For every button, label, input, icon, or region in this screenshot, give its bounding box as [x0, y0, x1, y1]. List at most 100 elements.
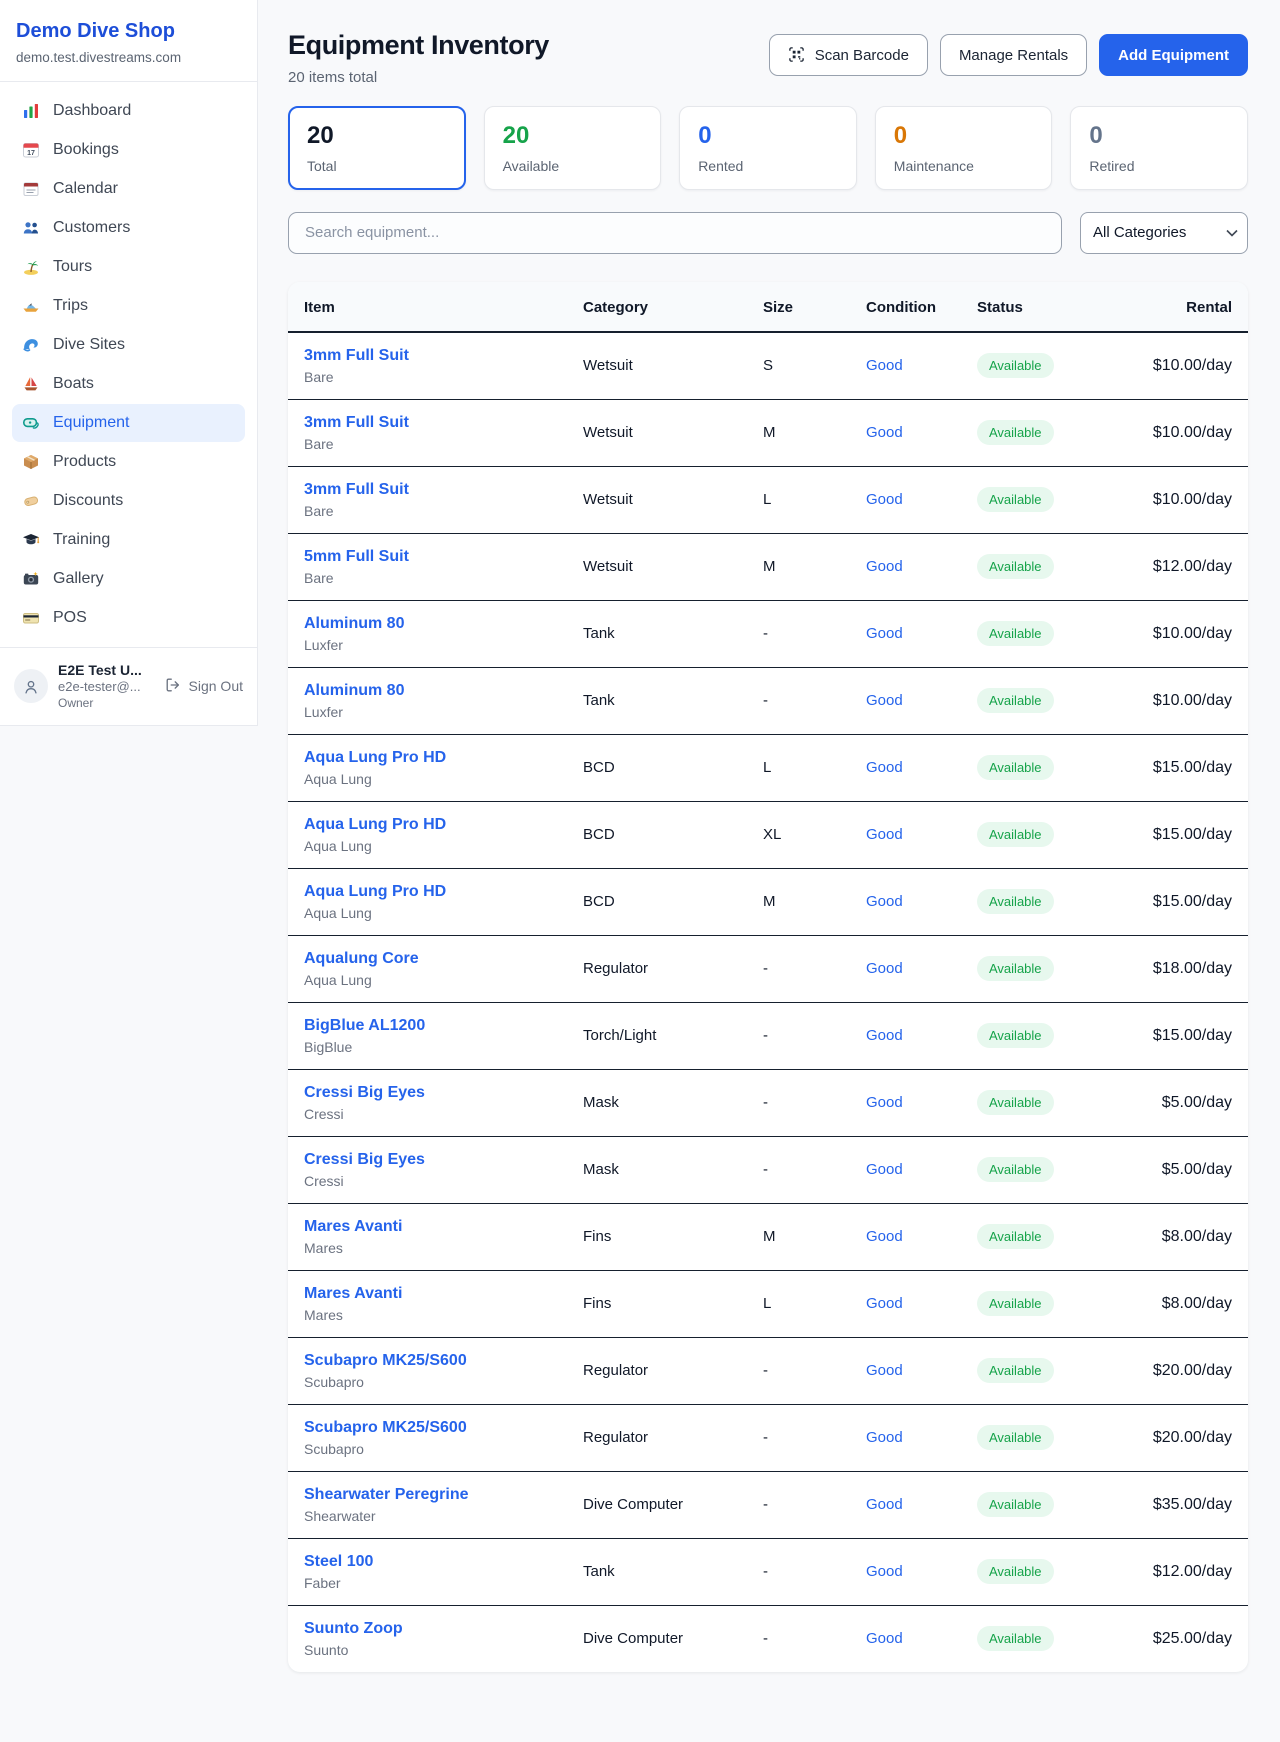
sidebar: Demo Dive Shop demo.test.divestreams.com… [0, 0, 258, 726]
item-category: Dive Computer [583, 1605, 763, 1672]
status-badge: Available [977, 1224, 1054, 1249]
item-condition-link[interactable]: Good [866, 357, 903, 374]
item-name-link[interactable]: 3mm Full Suit [304, 347, 409, 365]
item-rental: $5.00/day [1127, 1136, 1248, 1203]
item-name-link[interactable]: Mares Avanti [304, 1285, 402, 1303]
item-condition-link[interactable]: Good [866, 424, 903, 441]
item-name-link[interactable]: Aqua Lung Pro HD [304, 816, 446, 834]
table-row: Cressi Big Eyes Cressi Mask - Good Avail… [288, 1069, 1248, 1136]
brand-block[interactable]: Demo Dive Shop demo.test.divestreams.com [0, 0, 257, 81]
stat-card-available[interactable]: 20 Available [484, 106, 662, 190]
item-name-link[interactable]: Scubapro MK25/S600 [304, 1419, 467, 1437]
item-condition-link[interactable]: Good [866, 1161, 903, 1178]
sidebar-item-dive-sites[interactable]: Dive Sites [12, 326, 245, 364]
item-condition-link[interactable]: Good [866, 1295, 903, 1312]
stat-card-maintenance[interactable]: 0 Maintenance [875, 106, 1053, 190]
item-condition-link[interactable]: Good [866, 558, 903, 575]
sidebar-item-boats[interactable]: Boats [12, 365, 245, 403]
stat-card-total[interactable]: 20 Total [288, 106, 466, 190]
sidebar-item-trips[interactable]: Trips [12, 287, 245, 325]
sidebar-item-customers[interactable]: Customers [12, 209, 245, 247]
add-equipment-button[interactable]: Add Equipment [1099, 34, 1248, 76]
stat-card-rented[interactable]: 0 Rented [679, 106, 857, 190]
sidebar-item-calendar[interactable]: Calendar [12, 170, 245, 208]
item-condition-link[interactable]: Good [866, 1630, 903, 1647]
item-name-link[interactable]: Mares Avanti [304, 1218, 402, 1236]
item-brand: Aqua Lung [304, 972, 583, 988]
sidebar-item-products[interactable]: Products [12, 443, 245, 481]
item-name-link[interactable]: 3mm Full Suit [304, 414, 409, 432]
manage-rentals-button[interactable]: Manage Rentals [940, 34, 1087, 76]
package-icon [22, 453, 40, 471]
sidebar-item-discounts[interactable]: Discounts [12, 482, 245, 520]
sign-out-button[interactable]: Sign Out [165, 677, 243, 695]
status-badge: Available [977, 1626, 1054, 1651]
status-badge: Available [977, 487, 1054, 512]
item-condition-link[interactable]: Good [866, 1429, 903, 1446]
sidebar-item-label: Calendar [53, 180, 118, 198]
item-condition-link[interactable]: Good [866, 692, 903, 709]
equipment-table: Item Category Size Condition Status Rent… [288, 282, 1248, 1672]
item-name-link[interactable]: Aqua Lung Pro HD [304, 749, 446, 767]
item-condition-link[interactable]: Good [866, 1027, 903, 1044]
sidebar-item-label: Training [53, 531, 110, 549]
item-name-link[interactable]: 3mm Full Suit [304, 481, 409, 499]
sidebar-item-label: Discounts [53, 492, 123, 510]
sidebar-item-label: Dashboard [53, 102, 131, 120]
item-category: Regulator [583, 1337, 763, 1404]
sidebar-item-dashboard[interactable]: Dashboard [12, 92, 245, 130]
item-rental: $5.00/day [1127, 1069, 1248, 1136]
item-condition-link[interactable]: Good [866, 1094, 903, 1111]
table-row: 5mm Full Suit Bare Wetsuit M Good Availa… [288, 533, 1248, 600]
item-name-link[interactable]: Scubapro MK25/S600 [304, 1352, 467, 1370]
scan-barcode-button[interactable]: Scan Barcode [769, 34, 928, 76]
sidebar-item-bookings[interactable]: 17 Bookings [12, 131, 245, 169]
item-condition-link[interactable]: Good [866, 960, 903, 977]
item-name-link[interactable]: BigBlue AL1200 [304, 1017, 425, 1035]
brand-title[interactable]: Demo Dive Shop [16, 20, 241, 43]
sidebar-item-label: Customers [53, 219, 130, 237]
sidebar-item-equipment[interactable]: Equipment [12, 404, 245, 442]
item-name-link[interactable]: Cressi Big Eyes [304, 1151, 425, 1169]
item-condition-link[interactable]: Good [866, 1228, 903, 1245]
item-name-link[interactable]: Aqualung Core [304, 950, 419, 968]
item-name-link[interactable]: Steel 100 [304, 1553, 373, 1571]
item-category: Regulator [583, 935, 763, 1002]
avatar [14, 669, 48, 703]
item-name-link[interactable]: Aqua Lung Pro HD [304, 883, 446, 901]
category-filter-select[interactable]: All Categories [1080, 212, 1248, 254]
item-name-link[interactable]: Shearwater Peregrine [304, 1486, 469, 1504]
table-row: Shearwater Peregrine Shearwater Dive Com… [288, 1471, 1248, 1538]
item-name-link[interactable]: Suunto Zoop [304, 1620, 403, 1638]
stat-label: Rented [698, 158, 838, 174]
sidebar-item-gallery[interactable]: Gallery [12, 560, 245, 598]
item-rental: $10.00/day [1127, 466, 1248, 533]
item-name-link[interactable]: Cressi Big Eyes [304, 1084, 425, 1102]
item-brand: Luxfer [304, 637, 583, 653]
item-category: Mask [583, 1069, 763, 1136]
item-condition-link[interactable]: Good [866, 1496, 903, 1513]
item-condition-link[interactable]: Good [866, 625, 903, 642]
item-brand: Scubapro [304, 1374, 583, 1390]
item-condition-link[interactable]: Good [866, 1362, 903, 1379]
item-name-link[interactable]: Aluminum 80 [304, 615, 404, 633]
item-condition-link[interactable]: Good [866, 893, 903, 910]
item-condition-link[interactable]: Good [866, 1563, 903, 1580]
manage-rentals-label: Manage Rentals [959, 47, 1068, 64]
user-email: e2e-tester@... [58, 679, 142, 696]
item-brand: Cressi [304, 1173, 583, 1189]
sidebar-item-training[interactable]: Training [12, 521, 245, 559]
filters-row: All Categories [288, 212, 1248, 254]
item-rental: $20.00/day [1127, 1404, 1248, 1471]
item-name-link[interactable]: Aluminum 80 [304, 682, 404, 700]
table-row: Mares Avanti Mares Fins M Good Available… [288, 1203, 1248, 1270]
sidebar-item-pos[interactable]: POS [12, 599, 245, 637]
item-condition-link[interactable]: Good [866, 491, 903, 508]
item-condition-link[interactable]: Good [866, 759, 903, 776]
item-name-link[interactable]: 5mm Full Suit [304, 548, 409, 566]
search-input[interactable] [288, 212, 1062, 254]
item-condition-link[interactable]: Good [866, 826, 903, 843]
sidebar-item-tours[interactable]: Tours [12, 248, 245, 286]
stat-card-retired[interactable]: 0 Retired [1070, 106, 1248, 190]
status-badge: Available [977, 1090, 1054, 1115]
